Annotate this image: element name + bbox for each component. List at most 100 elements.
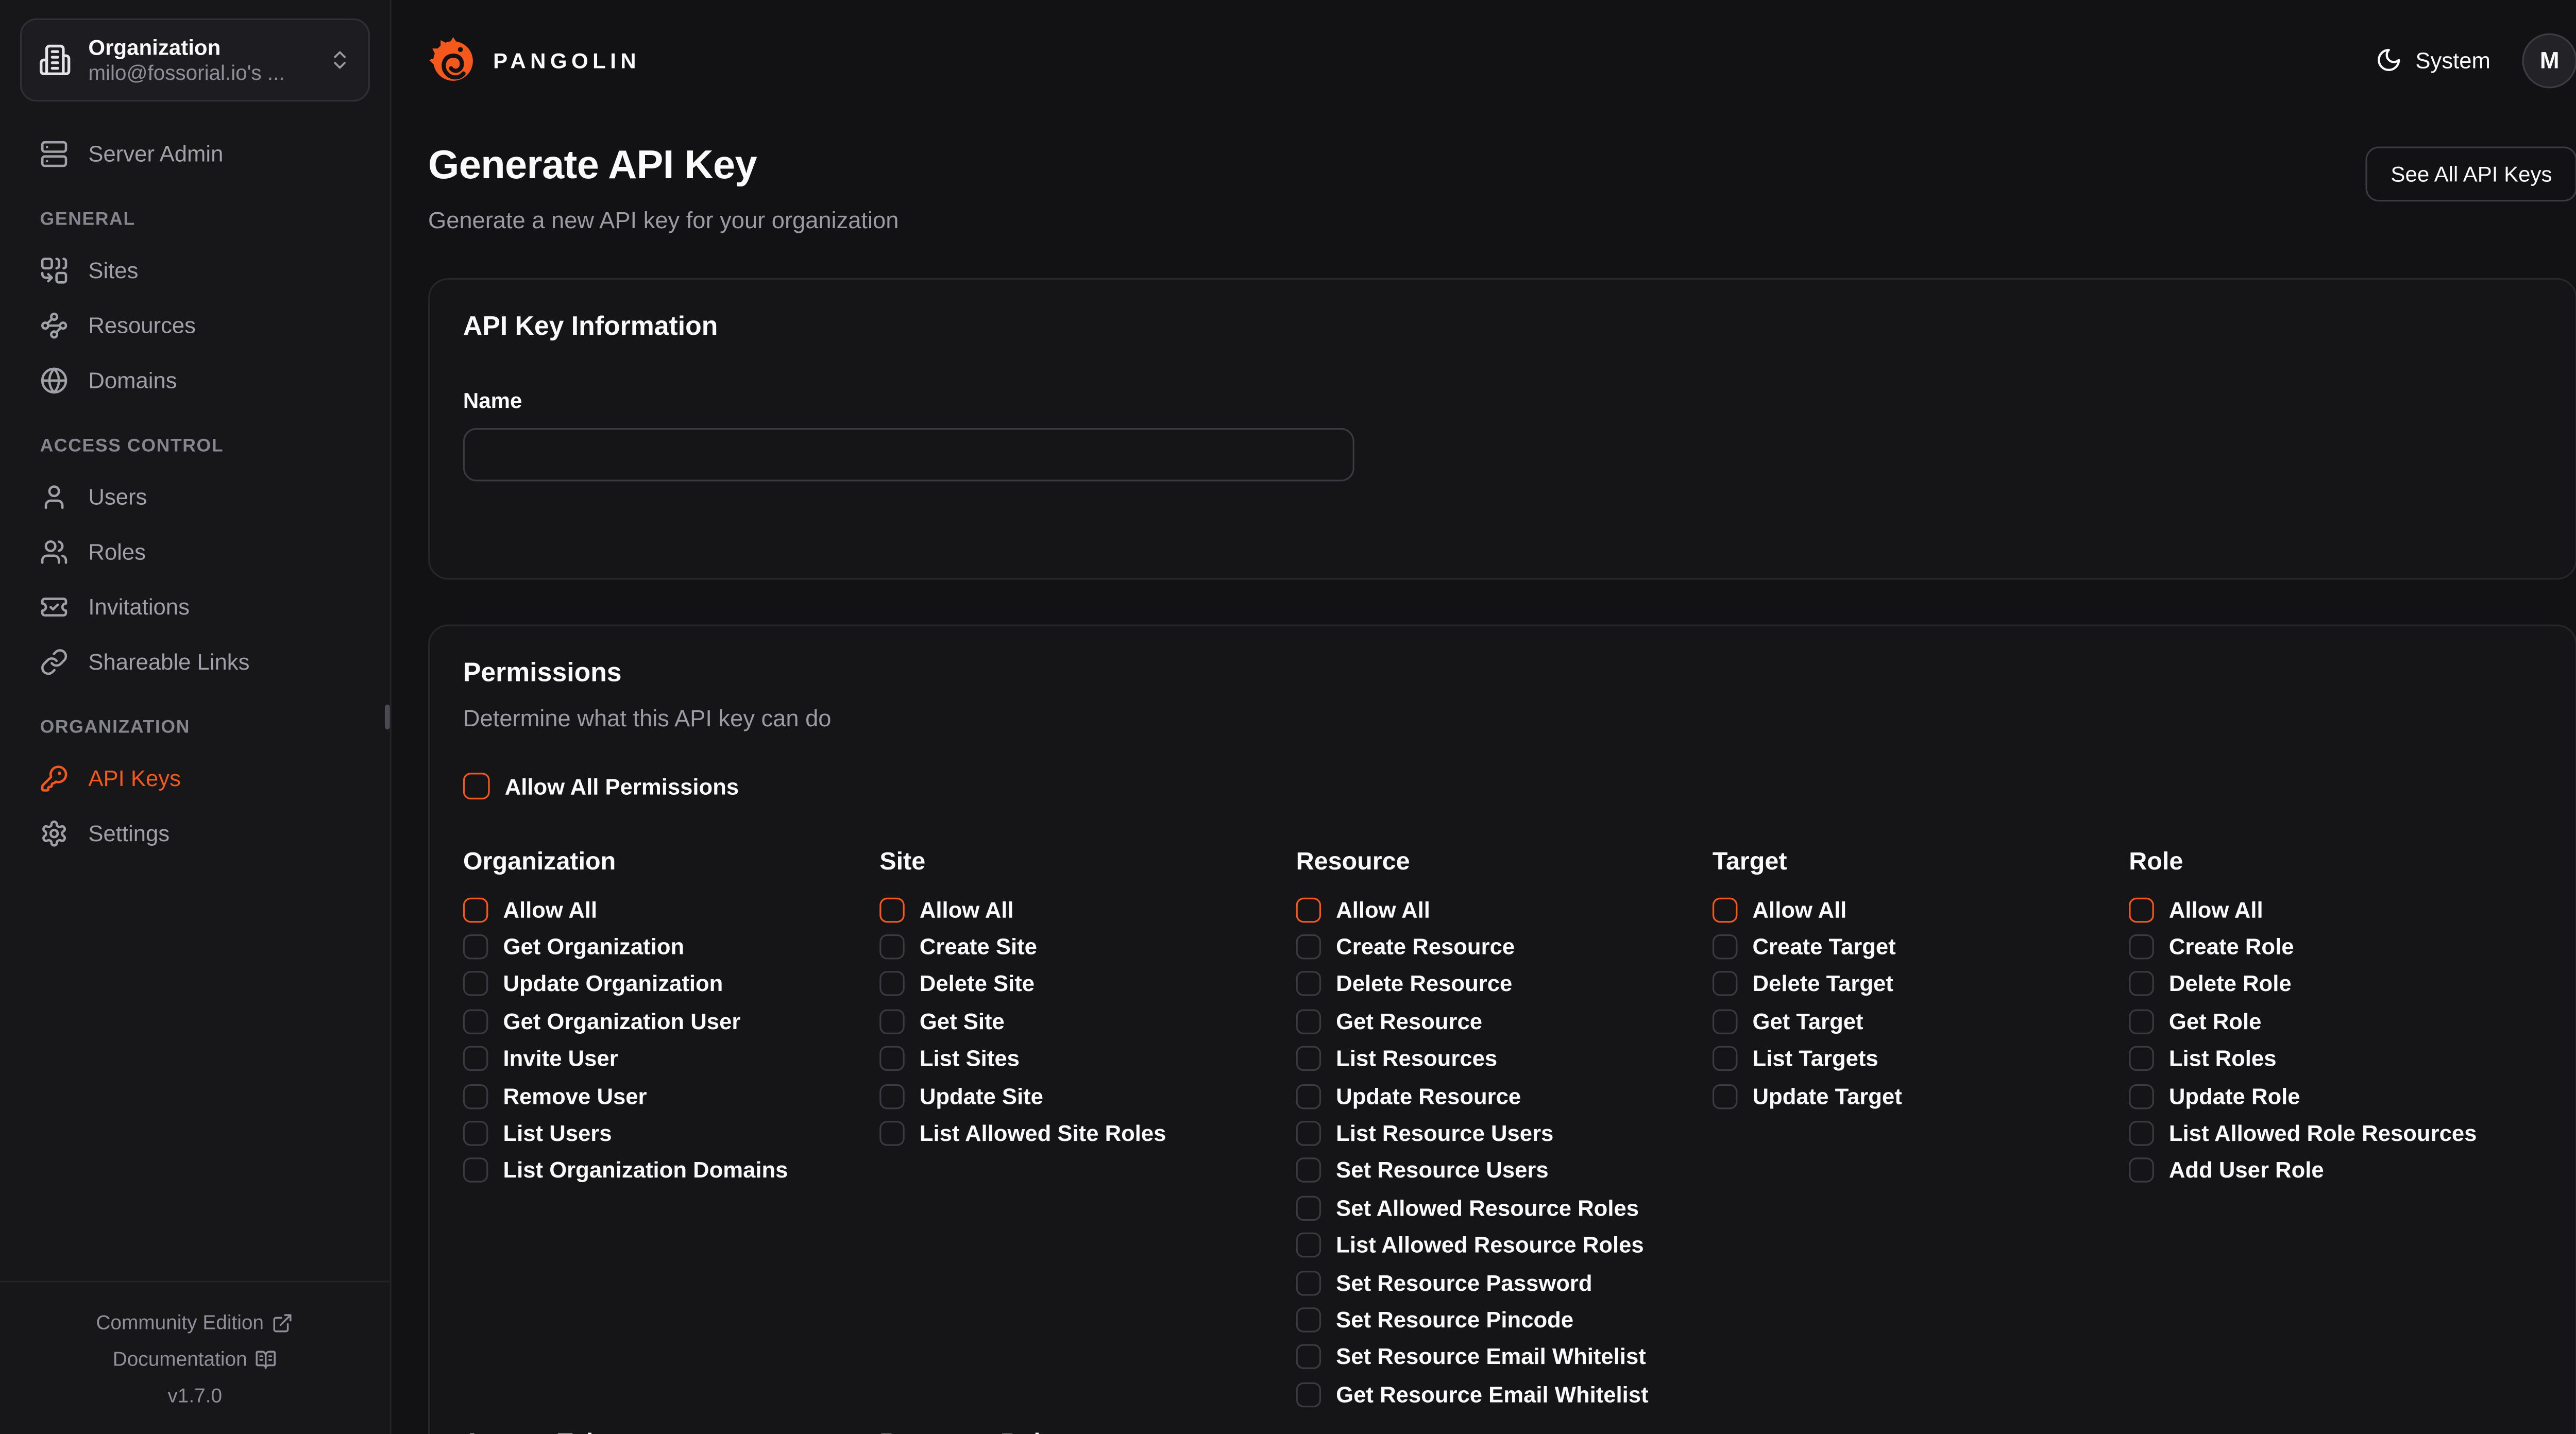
permission-item-update-role[interactable]: Update Role xyxy=(2129,1078,2542,1115)
permission-item-update-resource[interactable]: Update Resource xyxy=(1296,1078,1709,1115)
permission-item-create-role[interactable]: Create Role xyxy=(2129,928,2542,965)
checkbox-icon[interactable] xyxy=(1296,1270,1321,1295)
permission-item-list-sites[interactable]: List Sites xyxy=(879,1040,1293,1077)
checkbox-icon[interactable] xyxy=(1296,1307,1321,1333)
checkbox-icon[interactable] xyxy=(1296,1121,1321,1146)
permission-item-update-target[interactable]: Update Target xyxy=(1713,1078,2126,1115)
permission-item-list-resources[interactable]: List Resources xyxy=(1296,1040,1709,1077)
checkbox-icon[interactable] xyxy=(2129,1158,2154,1184)
permission-item-get-resource[interactable]: Get Resource xyxy=(1296,1003,1709,1040)
checkbox-icon[interactable] xyxy=(879,897,905,923)
sidebar-item-server-admin[interactable]: Server Admin xyxy=(20,128,370,178)
permission-item-add-user-role[interactable]: Add User Role xyxy=(2129,1152,2542,1189)
checkbox-icon[interactable] xyxy=(1296,897,1321,923)
sidebar-scrollbar-thumb[interactable] xyxy=(385,705,390,730)
theme-toggle-button[interactable]: System xyxy=(2376,47,2490,74)
allow-all-permissions-item[interactable]: Allow All Permissions xyxy=(463,766,2542,806)
checkbox-icon[interactable] xyxy=(2129,1009,2154,1034)
permission-item-list-roles[interactable]: List Roles xyxy=(2129,1040,2542,1077)
permission-item-delete-resource[interactable]: Delete Resource xyxy=(1296,966,1709,1003)
checkbox-icon[interactable] xyxy=(2129,1121,2154,1146)
checkbox-icon[interactable] xyxy=(1296,1046,1321,1071)
checkbox-icon[interactable] xyxy=(463,1121,488,1146)
sidebar-item-roles[interactable]: Roles xyxy=(20,526,370,576)
permission-item-create-resource[interactable]: Create Resource xyxy=(1296,928,1709,965)
checkbox-icon[interactable] xyxy=(1713,1084,1738,1109)
permission-item-allow-all[interactable]: Allow All xyxy=(879,891,1293,928)
checkbox-icon[interactable] xyxy=(2129,1046,2154,1071)
sidebar-item-invitations[interactable]: Invitations xyxy=(20,581,370,631)
sidebar-item-api-keys[interactable]: API Keys xyxy=(20,753,370,803)
checkbox-icon[interactable] xyxy=(2129,934,2154,960)
permission-item-create-target[interactable]: Create Target xyxy=(1713,928,2126,965)
checkbox-icon[interactable] xyxy=(879,1009,905,1034)
checkbox-icon[interactable] xyxy=(463,934,488,960)
permission-item-list-allowed-site-roles[interactable]: List Allowed Site Roles xyxy=(879,1115,1293,1152)
permission-item-list-users[interactable]: List Users xyxy=(463,1115,876,1152)
checkbox-icon[interactable] xyxy=(1296,1084,1321,1109)
checkbox-icon[interactable] xyxy=(1713,934,1738,960)
permission-item-update-organization[interactable]: Update Organization xyxy=(463,966,876,1003)
permission-item-get-organization[interactable]: Get Organization xyxy=(463,928,876,965)
checkbox-icon[interactable] xyxy=(2129,1084,2154,1109)
see-all-api-keys-button[interactable]: See All API Keys xyxy=(2366,147,2576,202)
sidebar-item-resources[interactable]: Resources xyxy=(20,300,370,350)
checkbox-icon[interactable] xyxy=(463,1158,488,1184)
checkbox-icon[interactable] xyxy=(1713,1009,1738,1034)
checkbox-icon[interactable] xyxy=(463,1009,488,1034)
permission-item-list-targets[interactable]: List Targets xyxy=(1713,1040,2126,1077)
permission-item-list-allowed-resource-roles[interactable]: List Allowed Resource Roles xyxy=(1296,1226,1709,1264)
checkbox-icon[interactable] xyxy=(879,934,905,960)
checkbox-icon[interactable] xyxy=(1296,934,1321,960)
permission-item-remove-user[interactable]: Remove User xyxy=(463,1078,876,1115)
sidebar-item-sites[interactable]: Sites xyxy=(20,245,370,295)
documentation-link[interactable]: Documentation xyxy=(16,1341,373,1377)
organization-selector[interactable]: Organization milo@fossorial.io's ... xyxy=(20,19,370,102)
permission-item-allow-all[interactable]: Allow All xyxy=(463,891,876,928)
brand[interactable]: PANGOLIN xyxy=(428,35,640,85)
checkbox-icon[interactable] xyxy=(1296,972,1321,997)
permission-item-set-allowed-resource-roles[interactable]: Set Allowed Resource Roles xyxy=(1296,1189,1709,1226)
checkbox-icon[interactable] xyxy=(1296,1196,1321,1221)
permission-item-get-resource-email-whitelist[interactable]: Get Resource Email Whitelist xyxy=(1296,1376,1709,1413)
checkbox-icon[interactable] xyxy=(463,972,488,997)
permission-item-set-resource-users[interactable]: Set Resource Users xyxy=(1296,1152,1709,1189)
checkbox-icon[interactable] xyxy=(463,897,488,923)
checkbox-icon[interactable] xyxy=(879,1121,905,1146)
sidebar-item-users[interactable]: Users xyxy=(20,471,370,521)
permission-item-update-site[interactable]: Update Site xyxy=(879,1078,1293,1115)
permission-item-set-resource-pincode[interactable]: Set Resource Pincode xyxy=(1296,1301,1709,1338)
checkbox-icon[interactable] xyxy=(1296,1009,1321,1034)
checkbox-icon[interactable] xyxy=(463,773,490,799)
checkbox-icon[interactable] xyxy=(2129,972,2154,997)
permission-item-get-organization-user[interactable]: Get Organization User xyxy=(463,1003,876,1040)
permission-item-invite-user[interactable]: Invite User xyxy=(463,1040,876,1077)
permission-item-allow-all[interactable]: Allow All xyxy=(1713,891,2126,928)
sidebar-item-settings[interactable]: Settings xyxy=(20,808,370,858)
permission-item-get-target[interactable]: Get Target xyxy=(1713,1003,2126,1040)
checkbox-icon[interactable] xyxy=(879,972,905,997)
checkbox-icon[interactable] xyxy=(1713,1046,1738,1071)
checkbox-icon[interactable] xyxy=(1713,897,1738,923)
permission-item-allow-all[interactable]: Allow All xyxy=(1296,891,1709,928)
permission-item-list-organization-domains[interactable]: List Organization Domains xyxy=(463,1152,876,1189)
permission-item-delete-target[interactable]: Delete Target xyxy=(1713,966,2126,1003)
permission-item-set-resource-password[interactable]: Set Resource Password xyxy=(1296,1264,1709,1301)
checkbox-icon[interactable] xyxy=(1296,1233,1321,1258)
permission-item-list-allowed-role-resources[interactable]: List Allowed Role Resources xyxy=(2129,1115,2542,1152)
checkbox-icon[interactable] xyxy=(463,1084,488,1109)
checkbox-icon[interactable] xyxy=(2129,897,2154,923)
permission-item-delete-role[interactable]: Delete Role xyxy=(2129,966,2542,1003)
permission-item-delete-site[interactable]: Delete Site xyxy=(879,966,1293,1003)
sidebar-item-shareable-links[interactable]: Shareable Links xyxy=(20,636,370,686)
checkbox-icon[interactable] xyxy=(879,1046,905,1071)
checkbox-icon[interactable] xyxy=(1296,1382,1321,1407)
permission-item-get-site[interactable]: Get Site xyxy=(879,1003,1293,1040)
checkbox-icon[interactable] xyxy=(879,1084,905,1109)
user-avatar[interactable]: M xyxy=(2522,32,2576,88)
checkbox-icon[interactable] xyxy=(1296,1158,1321,1184)
checkbox-icon[interactable] xyxy=(1296,1345,1321,1370)
checkbox-icon[interactable] xyxy=(463,1046,488,1071)
sidebar-item-domains[interactable]: Domains xyxy=(20,355,370,405)
checkbox-icon[interactable] xyxy=(1713,972,1738,997)
